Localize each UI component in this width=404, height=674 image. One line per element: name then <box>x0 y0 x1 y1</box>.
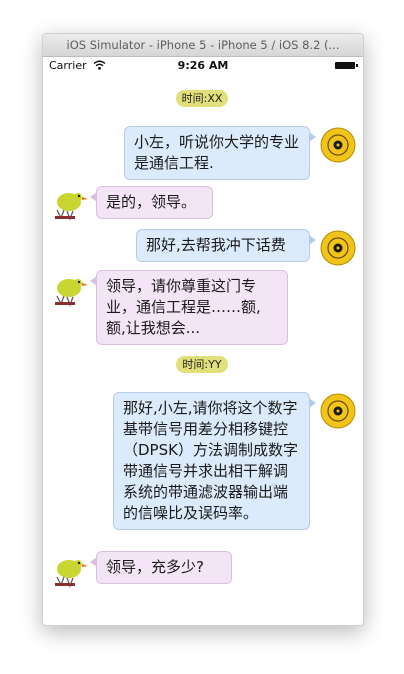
bird-avatar-icon[interactable] <box>51 272 89 310</box>
message-bubble-me[interactable]: 那好,小左,请你将这个数字基带信号用差分相移键控（DPSK）方法调制成数字带通信… <box>113 392 316 530</box>
message-bubble-me[interactable]: 那好,去帮我冲下话费 <box>136 229 316 262</box>
yellow-disc-avatar-icon[interactable] <box>319 392 357 430</box>
status-bar: Carrier 9:26 AM <box>43 56 363 76</box>
timestamp-label: 时间:XX <box>176 90 228 107</box>
clock: 9:26 AM <box>177 59 229 72</box>
message-bubble-other[interactable]: 是的，领导。 <box>90 186 213 219</box>
simulator-window: iOS Simulator - iPhone 5 - iPhone 5 / iO… <box>42 33 364 626</box>
yellow-disc-avatar-icon[interactable] <box>319 229 357 267</box>
bird-avatar-icon[interactable] <box>51 553 89 591</box>
battery-icon <box>335 62 358 69</box>
chat-view[interactable]: 时间:XX 小左，听说你大学的专业是通信工程. 是的，领导。 那好,去帮我冲下话… <box>43 76 363 625</box>
window-title: iOS Simulator - iPhone 5 - iPhone 5 / iO… <box>43 34 363 57</box>
bird-avatar-icon[interactable] <box>51 186 89 224</box>
message-bubble-other[interactable]: 领导，充多少? <box>90 551 232 584</box>
yellow-disc-avatar-icon[interactable] <box>319 126 357 164</box>
timestamp-label: 时间:YY <box>176 356 228 373</box>
message-bubble-me[interactable]: 小左，听说你大学的专业是通信工程. <box>124 126 316 180</box>
message-bubble-other[interactable]: 领导，请你尊重这门专业，通信工程是……额,额,让我想会... <box>90 270 288 345</box>
